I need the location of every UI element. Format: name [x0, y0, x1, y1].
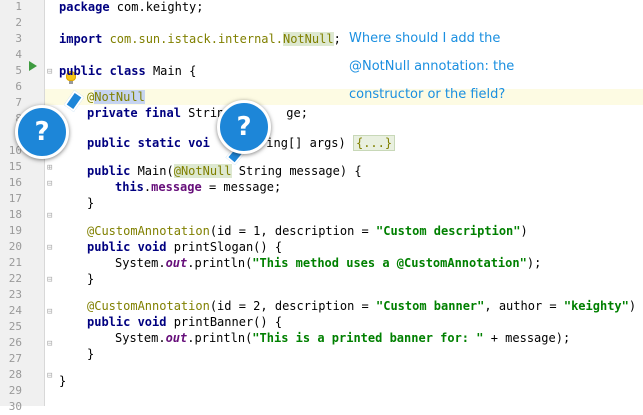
- line-number: 6: [15, 80, 22, 93]
- fold-expand-icon[interactable]: ⊞: [47, 163, 52, 173]
- line-number: 27: [8, 352, 22, 365]
- fold-collapse-icon[interactable]: ⊟: [47, 243, 52, 253]
- question-text-line-2: @NotNull annotation: the: [349, 59, 515, 74]
- line-number: 21: [8, 256, 22, 269]
- line-number: 28: [8, 368, 22, 381]
- code-line-16[interactable]: public Main(@NotNull String message) {: [87, 163, 362, 179]
- fold-collapse-icon[interactable]: ⊟: [47, 179, 52, 189]
- code-line-18[interactable]: }: [87, 195, 94, 211]
- question-text-line-1: Where should I add the: [349, 31, 501, 46]
- question-badge-left: ?: [15, 105, 69, 159]
- code-line-25[interactable]: @CustomAnnotation(id = 2, description = …: [87, 298, 636, 314]
- line-number: 2: [15, 16, 22, 29]
- line-number: 7: [15, 96, 22, 109]
- code-line-1[interactable]: package com.keighty;: [59, 0, 204, 15]
- line-number: 22: [8, 272, 22, 285]
- line-number: 3: [15, 32, 22, 45]
- code-line-3[interactable]: import com.sun.istack.internal.NotNull;: [59, 31, 341, 47]
- fold-collapse-icon[interactable]: ⊟: [47, 275, 52, 285]
- code-line-20[interactable]: @CustomAnnotation(id = 1, description = …: [87, 223, 528, 239]
- line-number: 1: [15, 0, 22, 13]
- code-line-8[interactable]: private final Strin ge;: [87, 105, 308, 121]
- line-number: 18: [8, 208, 22, 221]
- code-line-17[interactable]: this.message = message;: [115, 179, 281, 195]
- run-icon[interactable]: [29, 61, 37, 71]
- code-line-30[interactable]: }: [59, 373, 66, 389]
- code-line-27[interactable]: System.out.println("This is a printed ba…: [115, 330, 570, 346]
- line-number: 4: [15, 48, 22, 61]
- fold-collapse-icon[interactable]: ⊟: [47, 307, 52, 317]
- line-number: 26: [8, 336, 22, 349]
- fold-collapse-icon[interactable]: ⊟: [47, 371, 52, 381]
- line-number: 20: [8, 240, 22, 253]
- fold-collapse-icon[interactable]: ⊟: [47, 67, 52, 77]
- line-number: 24: [8, 304, 22, 317]
- code-line-22[interactable]: System.out.println("This method uses a @…: [115, 255, 541, 271]
- line-number: 15: [8, 160, 22, 173]
- line-number: 30: [8, 400, 22, 413]
- line-number: 29: [8, 384, 22, 397]
- folded-code-marker: {...}: [352, 135, 396, 151]
- fold-collapse-icon[interactable]: ⊟: [47, 339, 52, 349]
- line-number: 17: [8, 192, 22, 205]
- question-text-line-3: constructor or the field?: [349, 87, 506, 102]
- line-number: 19: [8, 224, 22, 237]
- question-badge-right: ?: [217, 100, 271, 154]
- code-line-7[interactable]: @NotNull: [87, 89, 145, 105]
- code-line-23[interactable]: }: [87, 271, 94, 287]
- line-number: 16: [8, 176, 22, 189]
- code-line-5[interactable]: public class Main {: [59, 63, 196, 79]
- question-mark-icon: ?: [236, 112, 252, 142]
- line-number: 5: [15, 64, 22, 77]
- line-number: 23: [8, 288, 22, 301]
- fold-collapse-icon[interactable]: ⊟: [47, 211, 52, 221]
- code-line-28[interactable]: }: [87, 346, 94, 362]
- line-number: 25: [8, 320, 22, 333]
- question-mark-icon: ?: [34, 117, 50, 147]
- code-editor[interactable]: 1 2 3 4 5 6 7 8 9 10 15 16 17 18 19 20 2…: [0, 0, 643, 413]
- code-line-26[interactable]: public void printBanner() {: [87, 314, 282, 330]
- code-line-21[interactable]: public void printSlogan() {: [87, 239, 282, 255]
